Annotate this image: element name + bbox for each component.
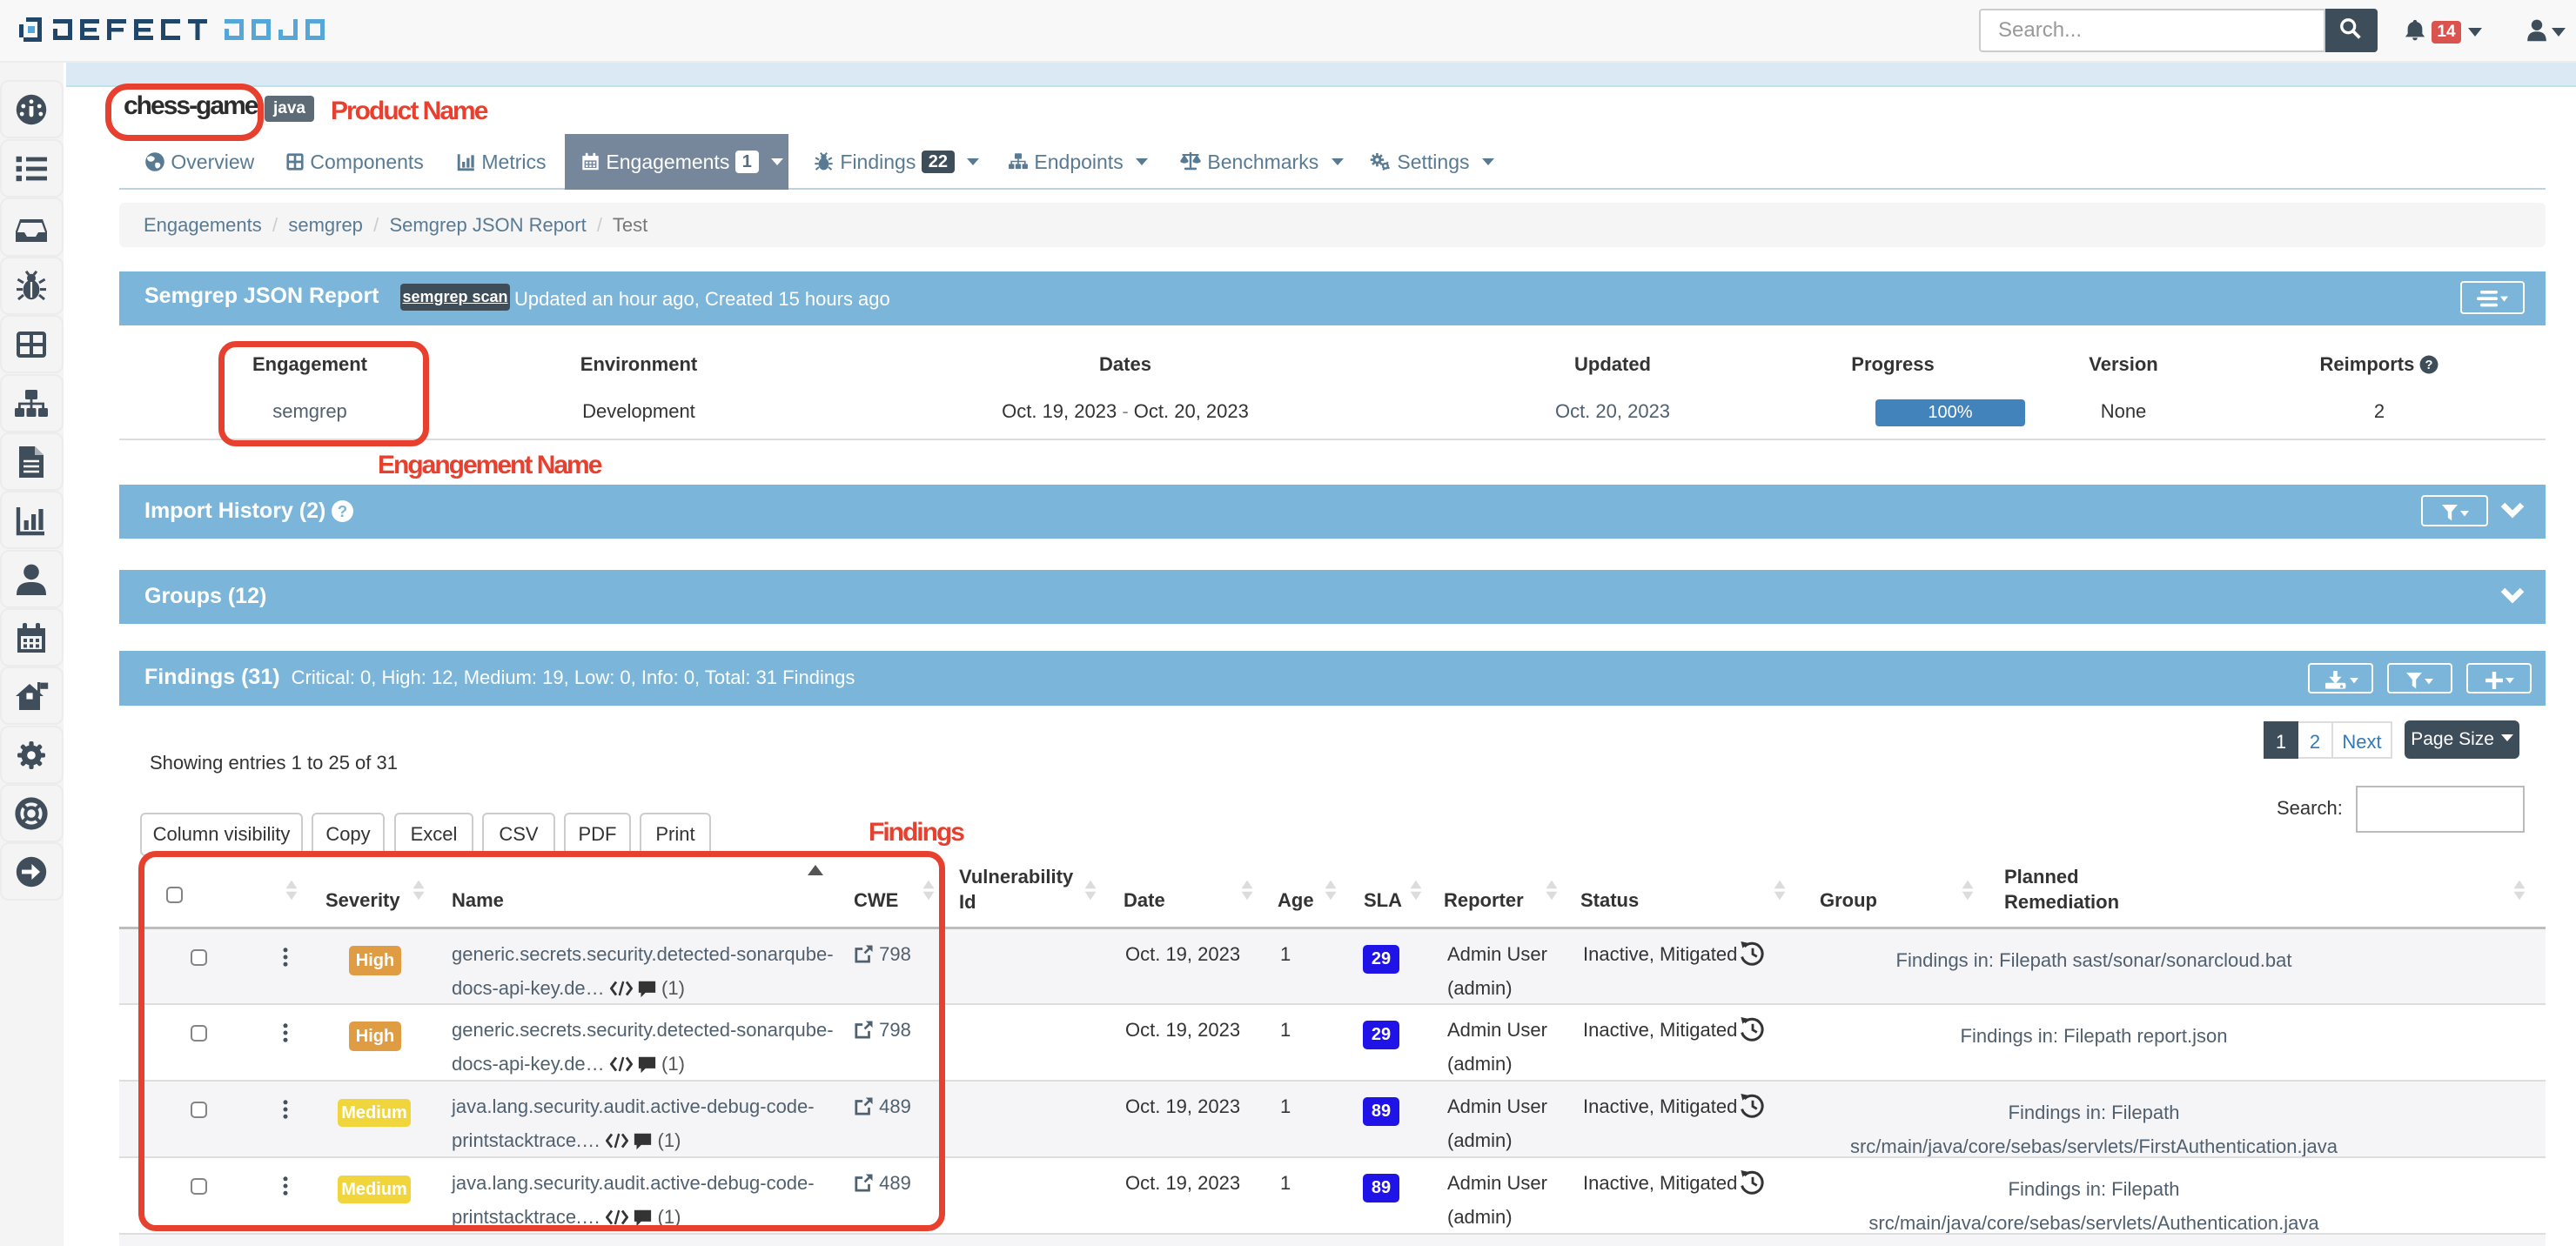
svg-text:?: ? xyxy=(2425,358,2433,372)
svg-text:?: ? xyxy=(338,502,347,520)
